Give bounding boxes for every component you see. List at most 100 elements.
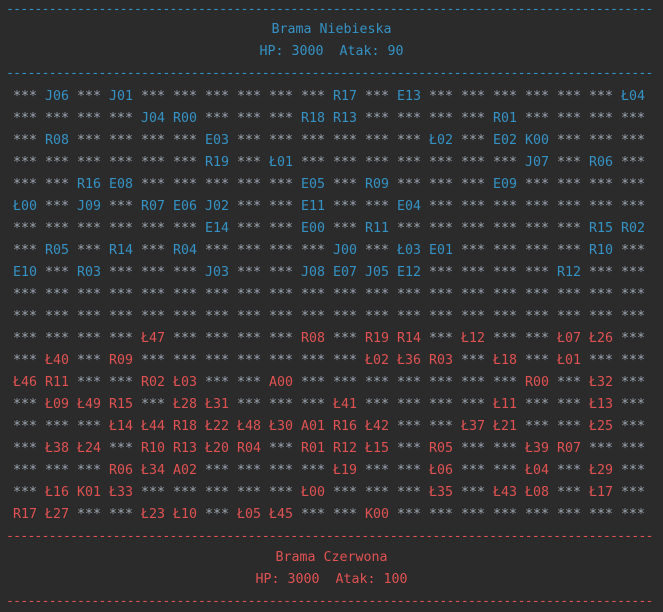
unit-cell: R07 <box>141 199 166 214</box>
empty-cell: *** <box>173 485 198 500</box>
empty-cell: *** <box>13 177 38 192</box>
unit-cell: J09 <box>77 199 102 214</box>
empty-cell: *** <box>237 243 262 258</box>
empty-cell: *** <box>173 287 198 302</box>
unit-cell: R04 <box>173 243 198 258</box>
game-board: *** J06 *** J01 *** *** *** *** *** *** R17 *** E13 *… <box>13 89 658 529</box>
unit-cell: Ł41 <box>333 397 358 412</box>
empty-cell: *** <box>429 111 454 126</box>
board-row: *** J06 *** J01 *** *** *** *** *** *** R17 *** E13 *… <box>13 89 658 111</box>
unit-cell: Ł40 <box>45 353 70 368</box>
unit-cell: A02 <box>173 463 198 478</box>
empty-cell: *** <box>333 155 358 170</box>
empty-cell: *** <box>589 287 614 302</box>
empty-cell: *** <box>77 309 102 324</box>
empty-cell: *** <box>333 199 358 214</box>
empty-cell: *** <box>45 331 70 346</box>
top-grid-separator: ----------------------------------------… <box>6 66 653 81</box>
unit-cell: Ł37 <box>461 419 486 434</box>
unit-cell: Ł31 <box>205 397 230 412</box>
empty-cell: *** <box>301 89 326 104</box>
empty-cell: *** <box>365 243 390 258</box>
empty-cell: *** <box>205 111 230 126</box>
empty-cell: *** <box>141 133 166 148</box>
unit-cell: R03 <box>429 353 454 368</box>
empty-cell: *** <box>525 507 550 522</box>
empty-cell: *** <box>205 507 230 522</box>
empty-cell: *** <box>365 155 390 170</box>
empty-cell: *** <box>77 89 102 104</box>
empty-cell: *** <box>77 221 102 236</box>
empty-cell: *** <box>13 309 38 324</box>
unit-cell: E04 <box>397 199 422 214</box>
unit-cell: E07 <box>333 265 358 280</box>
unit-cell: Ł04 <box>525 463 550 478</box>
empty-cell: *** <box>333 309 358 324</box>
unit-cell: Ł21 <box>493 419 518 434</box>
empty-cell: *** <box>365 463 390 478</box>
unit-cell: Ł34 <box>141 463 166 478</box>
empty-cell: *** <box>429 89 454 104</box>
empty-cell: *** <box>269 331 294 346</box>
empty-cell: *** <box>77 243 102 258</box>
empty-cell: *** <box>461 397 486 412</box>
empty-cell: *** <box>557 177 582 192</box>
empty-cell: *** <box>301 155 326 170</box>
empty-cell: *** <box>461 287 486 302</box>
empty-cell: *** <box>525 397 550 412</box>
empty-cell: *** <box>493 243 518 258</box>
unit-cell: Ł03 <box>173 375 198 390</box>
unit-cell: Ł38 <box>45 441 70 456</box>
empty-cell: *** <box>493 331 518 346</box>
empty-cell: *** <box>45 221 70 236</box>
bottom-grid-separator: ----------------------------------------… <box>6 529 653 544</box>
unit-cell: K01 <box>77 485 102 500</box>
empty-cell: *** <box>237 199 262 214</box>
empty-cell: *** <box>237 155 262 170</box>
empty-cell: *** <box>621 243 646 258</box>
empty-cell: *** <box>557 287 582 302</box>
empty-cell: *** <box>429 309 454 324</box>
empty-cell: *** <box>429 419 454 434</box>
empty-cell: *** <box>493 89 518 104</box>
unit-cell: J01 <box>109 89 134 104</box>
empty-cell: *** <box>237 133 262 148</box>
empty-cell: *** <box>429 375 454 390</box>
empty-cell: *** <box>301 507 326 522</box>
bottom-gate-stats: HP: 3000 Atak: 100 <box>255 572 408 587</box>
empty-cell: *** <box>333 221 358 236</box>
empty-cell: *** <box>13 463 38 478</box>
unit-cell: E09 <box>493 177 518 192</box>
empty-cell: *** <box>109 133 134 148</box>
empty-cell: *** <box>301 353 326 368</box>
empty-cell: *** <box>269 177 294 192</box>
empty-cell: *** <box>141 353 166 368</box>
empty-cell: *** <box>397 375 422 390</box>
empty-cell: *** <box>237 485 262 500</box>
unit-cell: Ł22 <box>205 419 230 434</box>
empty-cell: *** <box>621 397 646 412</box>
unit-cell: Ł00 <box>13 199 38 214</box>
empty-cell: *** <box>237 463 262 478</box>
unit-cell: R01 <box>301 441 326 456</box>
unit-cell: R08 <box>301 331 326 346</box>
empty-cell: *** <box>45 265 70 280</box>
empty-cell: *** <box>269 111 294 126</box>
unit-cell: E03 <box>205 133 230 148</box>
empty-cell: *** <box>237 89 262 104</box>
empty-cell: *** <box>333 485 358 500</box>
empty-cell: *** <box>397 507 422 522</box>
empty-cell: *** <box>13 89 38 104</box>
empty-cell: *** <box>109 441 134 456</box>
empty-cell: *** <box>301 397 326 412</box>
empty-cell: *** <box>13 397 38 412</box>
empty-cell: *** <box>397 397 422 412</box>
unit-cell: Ł20 <box>205 441 230 456</box>
empty-cell: *** <box>557 375 582 390</box>
empty-cell: *** <box>109 265 134 280</box>
empty-cell: *** <box>621 507 646 522</box>
empty-cell: *** <box>621 111 646 126</box>
unit-cell: Ł32 <box>589 375 614 390</box>
empty-cell: *** <box>237 353 262 368</box>
empty-cell: *** <box>461 353 486 368</box>
